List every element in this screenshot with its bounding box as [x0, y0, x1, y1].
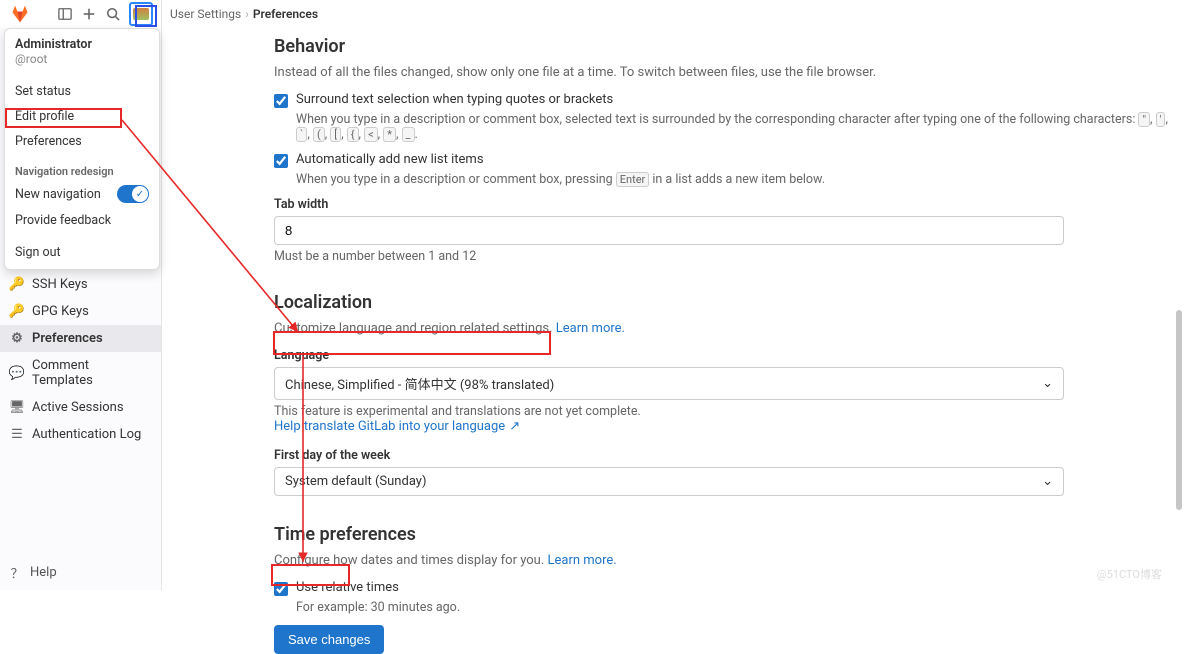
external-link-icon: ↗: [509, 419, 520, 434]
breadcrumb: User Settings › Preferences: [170, 0, 318, 28]
tab-width-help: Must be a number between 1 and 12: [274, 249, 1168, 264]
list-help: When you type in a description or commen…: [296, 172, 1168, 187]
user-menu-new-navigation[interactable]: New navigation: [5, 180, 159, 208]
list-label: Automatically add new list items: [296, 152, 484, 167]
time-learn-more-link[interactable]: Learn more.: [548, 553, 617, 568]
user-menu-set-status[interactable]: Set status: [5, 79, 159, 104]
help-link[interactable]: ？ Help: [0, 555, 161, 590]
sidebar-item-preferences[interactable]: ⚙ Preferences: [0, 325, 161, 352]
translate-link[interactable]: Help translate GitLab into your language…: [274, 419, 520, 434]
localization-desc: Customize language and region related se…: [274, 321, 1168, 336]
user-avatar-button[interactable]: [129, 2, 153, 26]
user-menu-name: Administrator: [15, 37, 149, 52]
localization-title: Localization: [274, 292, 1168, 313]
relative-times-checkbox[interactable]: [274, 582, 288, 596]
sidebar-item-active-sessions[interactable]: 🖥 Active Sessions: [0, 394, 161, 421]
help-icon: ？: [10, 566, 24, 580]
user-menu-handle: @root: [15, 52, 149, 66]
sidebar-item-ssh-keys[interactable]: 🔑 SSH Keys: [0, 271, 161, 298]
new-navigation-toggle[interactable]: [117, 185, 149, 203]
chevron-down-icon: ⌄: [1042, 474, 1053, 489]
section-time: Time preferences Configure how dates and…: [274, 524, 1168, 654]
user-menu-edit-profile[interactable]: Edit profile: [5, 104, 159, 129]
user-menu-provide-feedback[interactable]: Provide feedback: [5, 208, 159, 233]
breadcrumb-root[interactable]: User Settings: [170, 7, 241, 21]
language-select[interactable]: Chinese, Simplified - 简体中文 (98% translat…: [274, 367, 1064, 400]
user-menu-popover: Administrator @root Set status Edit prof…: [4, 28, 160, 270]
quote-label: Surround text selection when typing quot…: [296, 92, 613, 107]
user-menu-sign-out[interactable]: Sign out: [5, 240, 159, 265]
monitor-icon: 🖥: [10, 401, 24, 415]
list-icon: ☰: [10, 428, 24, 442]
first-day-label: First day of the week: [274, 448, 1168, 463]
relative-times-label: Use relative times: [296, 580, 399, 595]
panel-icon[interactable]: [57, 6, 73, 22]
language-label: Language: [274, 348, 1168, 363]
section-localization: Localization Customize language and regi…: [274, 292, 1168, 496]
relative-times-help: For example: 30 minutes ago.: [296, 600, 1168, 615]
user-menu-nav-redesign-label: Navigation redesign: [5, 161, 159, 180]
user-menu-preferences[interactable]: Preferences: [5, 129, 159, 154]
comment-icon: 💬: [10, 366, 24, 380]
save-changes-button[interactable]: Save changes: [274, 625, 384, 654]
time-title: Time preferences: [274, 524, 1168, 545]
tab-width-label: Tab width: [274, 197, 1168, 212]
behavior-desc: Instead of all the files changed, show o…: [274, 65, 1168, 80]
first-day-select[interactable]: System default (Sunday) ⌄: [274, 467, 1064, 496]
localization-learn-more-link[interactable]: Learn more.: [556, 321, 625, 336]
sliders-icon: ⚙: [10, 332, 24, 346]
sidebar-item-auth-log[interactable]: ☰ Authentication Log: [0, 421, 161, 448]
plus-icon[interactable]: [81, 6, 97, 22]
behavior-title: Behavior: [274, 36, 1168, 57]
key-icon: 🔑: [10, 278, 24, 292]
sidebar-item-comment-templates[interactable]: 💬 Comment Templates: [0, 352, 161, 394]
tab-width-input[interactable]: [274, 216, 1064, 245]
watermark: @51CTO博客: [1097, 566, 1162, 582]
key-icon: 🔑: [10, 305, 24, 319]
language-help: This feature is experimental and transla…: [274, 404, 1168, 419]
search-icon[interactable]: [105, 6, 121, 22]
list-checkbox[interactable]: [274, 154, 288, 168]
quote-help: When you type in a description or commen…: [296, 112, 1168, 142]
quote-checkbox[interactable]: [274, 94, 288, 108]
scrollbar-thumb[interactable]: [1176, 310, 1182, 510]
chevron-right-icon: ›: [245, 7, 249, 21]
avatar-image: [133, 8, 149, 20]
breadcrumb-current: Preferences: [253, 7, 318, 21]
section-behavior: Behavior Instead of all the files change…: [274, 36, 1168, 264]
sidebar-item-gpg-keys[interactable]: 🔑 GPG Keys: [0, 298, 161, 325]
gitlab-logo[interactable]: [8, 2, 32, 26]
chevron-down-icon: ⌄: [1042, 376, 1053, 391]
time-desc: Configure how dates and times display fo…: [274, 553, 1168, 568]
